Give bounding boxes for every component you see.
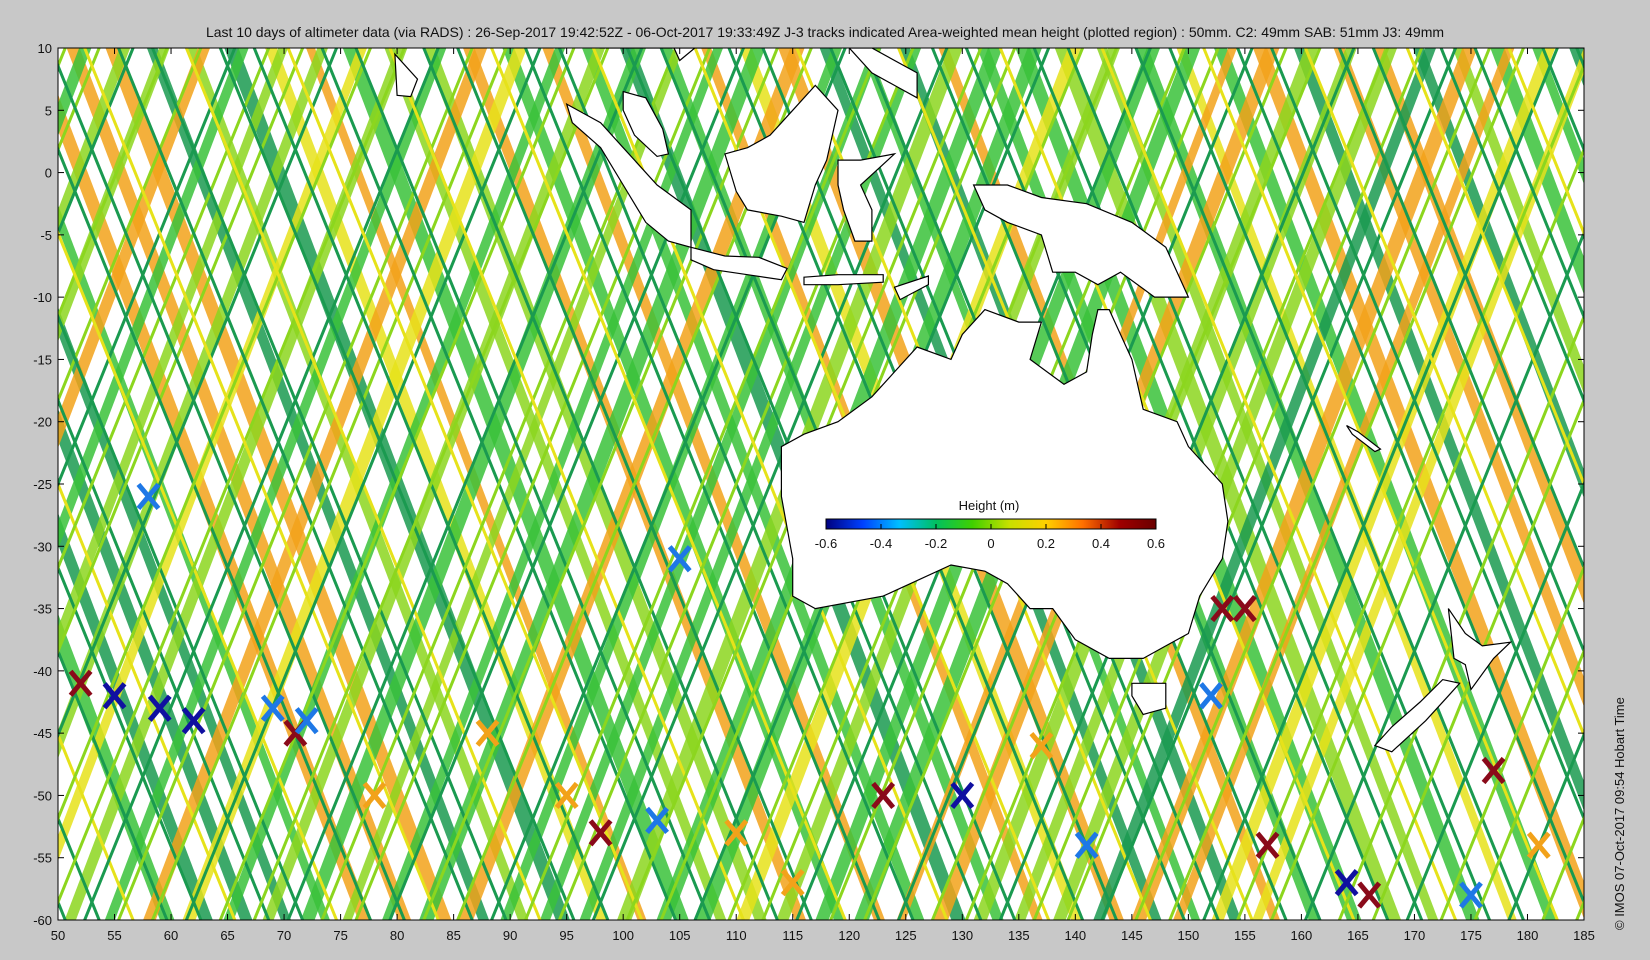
x-tick-label: 135 (1008, 928, 1030, 943)
colorbar-tick-label: 0.4 (1092, 536, 1110, 551)
x-tick-label: 170 (1404, 928, 1426, 943)
y-tick-label: -15 (33, 352, 52, 367)
colorbar-tick-label: 0.6 (1147, 536, 1165, 551)
colorbar-tick-label: 0.2 (1037, 536, 1055, 551)
y-tick-label: -30 (33, 539, 52, 554)
y-tick-label: 5 (45, 103, 52, 118)
altimetry-map: 50 55 60 65 70 75 80 85 90 95 100 105 110 115 120 125 13… (0, 38, 1595, 943)
y-tick-label: -5 (40, 228, 52, 243)
y-tick-label: -20 (33, 415, 52, 430)
x-tick-label: 145 (1121, 928, 1143, 943)
x-tick-label: 110 (726, 928, 747, 943)
y-tick-label: -45 (33, 726, 52, 741)
x-tick-label: 50 (51, 928, 65, 943)
x-tick-label: 80 (390, 928, 404, 943)
x-tick-label: 130 (951, 928, 973, 943)
x-tick-label: 60 (164, 928, 178, 943)
y-tick-label: -40 (33, 664, 52, 679)
x-tick-label: 125 (895, 928, 917, 943)
y-tick-label: -55 (33, 851, 52, 866)
j3-track (0, 38, 35, 930)
x-tick-label: 95 (559, 928, 573, 943)
x-tick-label: 75 (333, 928, 347, 943)
x-tick-label: 100 (612, 928, 634, 943)
colorbar-tick-label: 0 (987, 536, 994, 551)
y-tick-label: -50 (33, 788, 52, 803)
land-sumbawa (803, 274, 884, 286)
y-tick-label: -60 (33, 913, 52, 928)
y-tick-label: -25 (33, 477, 52, 492)
colorbar-tick-label: -0.4 (870, 536, 892, 551)
x-tick-label: 175 (1460, 928, 1482, 943)
y-tick-label: 10 (38, 41, 52, 56)
x-tick-label: 105 (669, 928, 691, 943)
x-tick-label: 65 (220, 928, 234, 943)
x-tick-label: 120 (838, 928, 860, 943)
x-tick-label: 140 (1064, 928, 1086, 943)
y-tick-label: 0 (45, 166, 52, 181)
y-tick-label: -35 (33, 602, 52, 617)
x-tick-label: 180 (1517, 928, 1539, 943)
colorbar-tick-label: -0.6 (815, 536, 837, 551)
x-tick-label: 160 (1291, 928, 1313, 943)
x-tick-label: 55 (107, 928, 121, 943)
x-tick-label: 150 (1178, 928, 1200, 943)
j3-track (0, 38, 35, 930)
x-tick-label: 155 (1234, 928, 1256, 943)
credit-text: © IMOS 07-Oct-2017 09:54 Hobart Time (1612, 697, 1627, 930)
x-tick-label: 185 (1573, 928, 1595, 943)
x-tick-label: 90 (503, 928, 517, 943)
data-swath (0, 38, 10, 930)
y-tick-label: -10 (33, 290, 52, 305)
x-tick-label: 115 (782, 928, 803, 943)
x-tick-label: 165 (1347, 928, 1369, 943)
colorbar-tick-label: -0.2 (925, 536, 947, 551)
colorbar-title: Height (m) (959, 498, 1020, 513)
x-tick-label: 70 (277, 928, 291, 943)
x-tick-label: 85 (446, 928, 460, 943)
